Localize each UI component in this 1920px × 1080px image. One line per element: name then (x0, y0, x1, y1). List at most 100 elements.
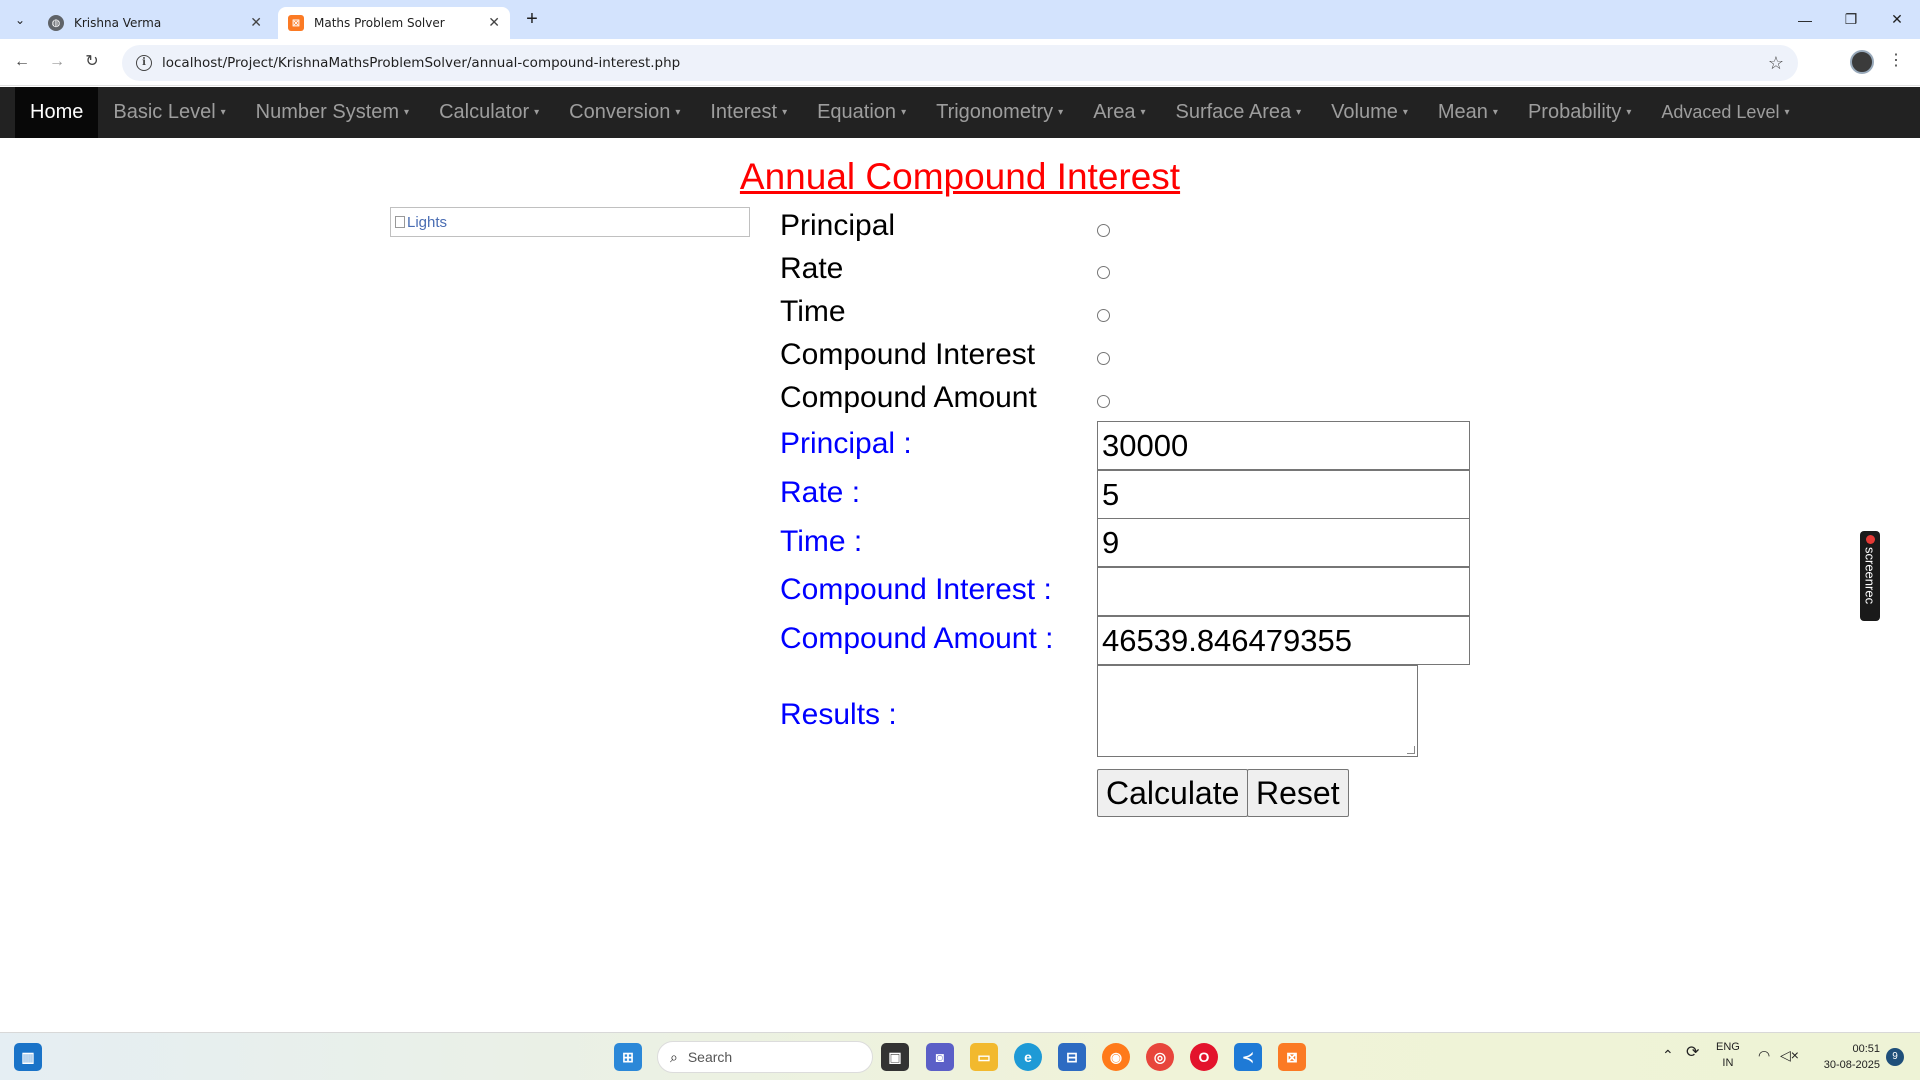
browser-tab-maths-problem-solver[interactable]: ⊠ Maths Problem Solver ✕ (278, 7, 510, 39)
file-explorer-icon[interactable]: ▭ (970, 1043, 998, 1071)
sync-icon[interactable]: ⟳ (1686, 1045, 1699, 1061)
page-title: Annual Compound Interest (739, 156, 1181, 197)
radio-principal[interactable] (1097, 224, 1110, 237)
nav-item-calculator[interactable]: Calculator ▾ (424, 87, 554, 138)
nav-item-trigonometry[interactable]: Trigonometry ▾ (921, 87, 1078, 138)
nav-item-number-system[interactable]: Number System ▾ (241, 87, 424, 138)
radio-label-compound-amount: Compound Amount (780, 381, 1037, 414)
forward-icon[interactable]: → (45, 50, 69, 74)
nav-item-advanced-level[interactable]: Advaced Level ▾ (1646, 87, 1804, 138)
nav-item-interest[interactable]: Interest ▾ (695, 87, 802, 138)
nav-item-conversion[interactable]: Conversion ▾ (554, 87, 695, 138)
calculate-button[interactable]: Calculate (1097, 769, 1249, 817)
nav-label: Probability (1527, 101, 1622, 123)
time-input[interactable] (1097, 518, 1470, 567)
nav-item-basic-level[interactable]: Basic Level ▾ (98, 87, 240, 138)
resize-grip-icon[interactable] (1407, 746, 1415, 754)
compound-interest-label: Compound Interest : (780, 573, 1052, 606)
taskbar-search[interactable]: ⌕ Search (657, 1041, 873, 1073)
new-tab-button[interactable]: + (520, 8, 544, 32)
teams-chat-icon[interactable]: ◙ (926, 1043, 954, 1071)
edge-icon[interactable]: e (1014, 1043, 1042, 1071)
xampp-icon: ⊠ (288, 15, 304, 31)
nav-item-surface-area[interactable]: Surface Area ▾ (1160, 87, 1316, 138)
caret-down-icon: ▾ (782, 107, 788, 118)
nav-item-equation[interactable]: Equation ▾ (802, 87, 921, 138)
profile-avatar[interactable] (1850, 50, 1874, 74)
nav-label: Number System (255, 101, 400, 123)
nav-item-home[interactable]: Home (15, 87, 99, 138)
record-dot-icon (1865, 535, 1875, 544)
broken-image-placeholder: Lights (390, 207, 750, 237)
time-label: Time : (780, 525, 863, 558)
nav-label: Basic Level (113, 101, 216, 123)
minimize-icon[interactable]: — (1782, 0, 1828, 39)
caret-down-icon: ▾ (1402, 107, 1408, 118)
compound-interest-input[interactable] (1097, 567, 1470, 616)
opera-icon[interactable]: O (1190, 1043, 1218, 1071)
tab-title: Krishna Verma (74, 16, 162, 30)
close-tab-icon[interactable]: ✕ (488, 15, 500, 31)
vscode-icon[interactable]: ≺ (1234, 1043, 1262, 1071)
nav-label: Surface Area (1175, 101, 1292, 123)
principal-input[interactable] (1097, 421, 1470, 470)
bookmark-star-icon[interactable]: ☆ (1768, 53, 1784, 74)
reset-button[interactable]: Reset (1247, 769, 1349, 817)
close-window-icon[interactable]: ✕ (1874, 0, 1920, 39)
windows-start-icon[interactable]: ⊞ (614, 1043, 642, 1071)
chrome-icon[interactable]: ◎ (1146, 1043, 1174, 1071)
reload-icon[interactable]: ↻ (80, 50, 104, 74)
tab-search-chevron-icon[interactable]: ⌄ (8, 8, 32, 32)
show-hidden-icons[interactable]: ⌃ (1662, 1047, 1674, 1063)
screenrec-widget[interactable]: screenrec (1860, 531, 1880, 621)
volume-muted-icon[interactable]: ◁× (1780, 1047, 1799, 1063)
nav-label: Conversion (569, 101, 671, 123)
restore-icon[interactable]: ❐ (1828, 0, 1874, 39)
notification-badge[interactable]: 9 (1886, 1048, 1904, 1066)
caret-down-icon: ▾ (901, 107, 907, 118)
region-code: IN (1722, 1057, 1734, 1069)
taskbar-clock[interactable]: 00:51 30-08-2025 (1808, 1041, 1880, 1073)
nav-label: Trigonometry (936, 101, 1054, 123)
browser-menu-icon[interactable]: ⋮ (1888, 50, 1904, 70)
close-tab-icon[interactable]: ✕ (250, 15, 262, 31)
results-label: Results : (780, 698, 897, 731)
back-icon[interactable]: ← (10, 50, 34, 74)
image-alt-text: Lights (407, 214, 448, 231)
radio-time[interactable] (1097, 309, 1110, 322)
site-info-icon[interactable]: i (136, 55, 152, 71)
browser-toolbar: ← → ↻ i localhost/Project/KrishnaMathsPr… (0, 39, 1920, 86)
task-view-icon[interactable]: ▣ (881, 1043, 909, 1071)
caret-down-icon: ▾ (1296, 107, 1302, 118)
results-textarea[interactable] (1097, 665, 1418, 757)
nav-item-volume[interactable]: Volume ▾ (1316, 87, 1423, 138)
firefox-icon[interactable]: ◉ (1102, 1043, 1130, 1071)
rate-input[interactable] (1097, 470, 1470, 519)
nav-label: Volume (1331, 101, 1398, 123)
radio-compound-interest[interactable] (1097, 352, 1110, 365)
search-placeholder: Search (687, 1049, 733, 1065)
compound-amount-label: Compound Amount : (780, 622, 1054, 655)
nav-item-mean[interactable]: Mean ▾ (1423, 87, 1513, 138)
rate-label: Rate : (780, 476, 861, 509)
nav-item-probability[interactable]: Probability ▾ (1513, 87, 1646, 138)
globe-icon: ◍ (48, 15, 64, 31)
screenrec-label: screenrec (1862, 547, 1878, 605)
language-indicator[interactable]: ENG IN (1716, 1039, 1740, 1071)
microsoft-store-icon[interactable]: ⊟ (1058, 1043, 1086, 1071)
widgets-icon[interactable]: ▥ (14, 1043, 42, 1071)
compound-amount-input[interactable] (1097, 616, 1470, 665)
nav-label: Home (30, 101, 84, 123)
search-icon: ⌕ (670, 1048, 678, 1065)
wifi-icon[interactable]: ◠ (1758, 1047, 1770, 1063)
radio-rate[interactable] (1097, 266, 1110, 279)
xampp-taskbar-icon[interactable]: ⊠ (1278, 1043, 1306, 1071)
clock-date: 30-08-2025 (1823, 1059, 1880, 1071)
caret-down-icon: ▾ (1140, 107, 1146, 118)
nav-item-area[interactable]: Area ▾ (1078, 87, 1160, 138)
radio-compound-amount[interactable] (1097, 395, 1110, 408)
radio-label-compound-interest: Compound Interest (780, 338, 1036, 371)
address-bar[interactable]: i localhost/Project/KrishnaMathsProblemS… (122, 45, 1798, 81)
browser-tab-krishna-verma[interactable]: ◍ Krishna Verma ✕ (38, 7, 272, 39)
radio-label-principal: Principal (780, 209, 896, 242)
